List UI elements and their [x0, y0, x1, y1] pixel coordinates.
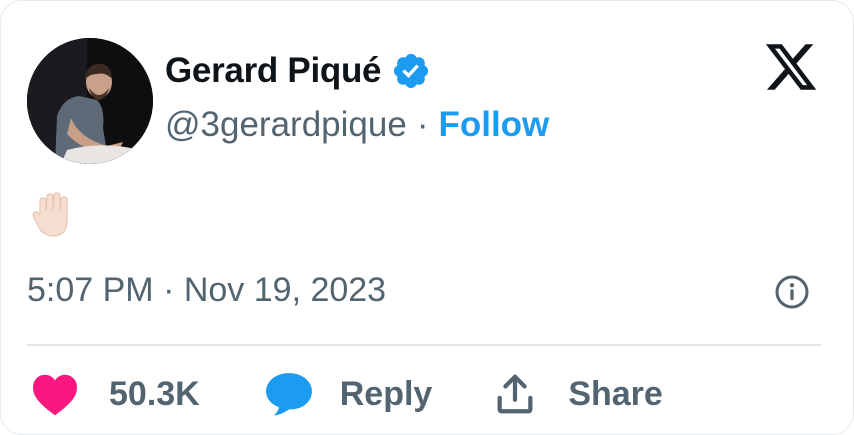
raised-hand-icon [32, 192, 68, 237]
reply-button[interactable]: Reply [264, 371, 433, 417]
share-upload-icon [497, 374, 533, 414]
tweet-embed-card: Gerard Piqué @3gerardpique · Follow 5:07… [0, 0, 854, 435]
author-handle-row: @3gerardpique · Follow [165, 105, 549, 145]
action-bar: 50.3K Reply Share [31, 371, 663, 417]
author-handle[interactable]: @3gerardpique [165, 105, 407, 145]
tweet-text [31, 191, 73, 239]
tweet-timestamp[interactable]: 5:07 PM · Nov 19, 2023 [27, 271, 386, 310]
heart-icon [33, 374, 77, 416]
author-display-name[interactable]: Gerard Piqué [165, 51, 382, 91]
avatar-photo [27, 38, 153, 164]
verified-badge-icon [394, 53, 429, 89]
reply-bubble-icon [265, 373, 312, 416]
follow-button[interactable]: Follow [438, 105, 549, 145]
avatar[interactable] [27, 38, 153, 164]
like-button[interactable]: 50.3K [31, 372, 200, 416]
divider [27, 344, 821, 346]
separator-dot: · [416, 105, 429, 144]
share-label: Share [568, 374, 663, 413]
share-button[interactable]: Share [492, 371, 663, 417]
author-name-row: Gerard Piqué [165, 51, 431, 91]
like-count: 50.3K [109, 374, 200, 413]
info-icon[interactable] [774, 274, 810, 310]
reply-label: Reply [339, 374, 433, 413]
x-logo-icon[interactable] [763, 39, 819, 95]
